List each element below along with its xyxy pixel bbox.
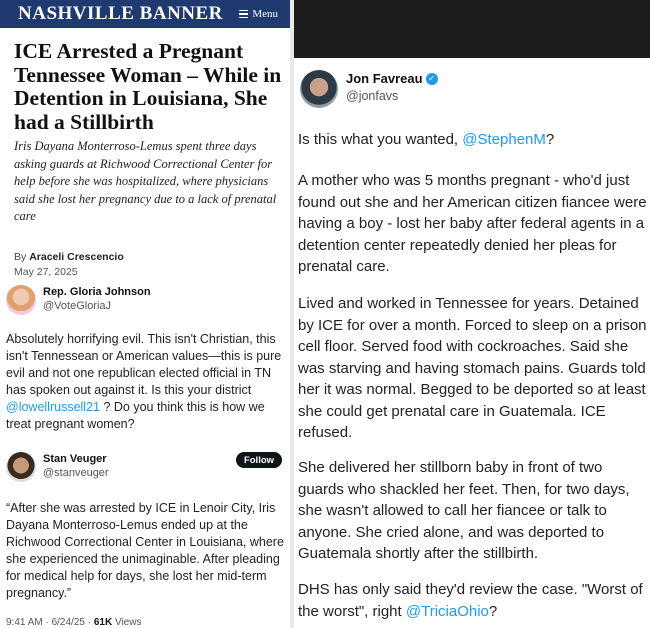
- mention-link[interactable]: @StephenM: [462, 131, 546, 148]
- tweet-text-stan-veuger: “After she was arrested by ICE in Lenoir…: [6, 501, 284, 600]
- author-link[interactable]: Araceli Crescencio: [29, 251, 124, 263]
- menu-button[interactable]: Menu: [239, 8, 278, 20]
- views-label: Views: [112, 617, 142, 628]
- article-dek: Iris Dayana Monterroso-Lemus spent three…: [14, 139, 277, 223]
- mention-link[interactable]: @lowellrussell21: [6, 400, 100, 414]
- author-handle[interactable]: @jonfavs: [346, 89, 438, 103]
- site-header: NASHVILLE BANNER Menu: [0, 0, 290, 28]
- tweet-paragraph: A mother who was 5 months pregnant - who…: [298, 172, 647, 275]
- tweet-text-part: ?: [488, 602, 498, 620]
- tweet-text-part: Is this what you wanted,: [298, 131, 463, 148]
- avatar[interactable]: [6, 285, 36, 315]
- article-headline: ICE Arrested a Pregnant Tennessee Woman …: [14, 39, 282, 134]
- author-name[interactable]: Rep. Gloria Johnson: [43, 286, 151, 298]
- tweet-text-part: ?: [545, 131, 555, 148]
- author-handle[interactable]: @stanveuger: [43, 467, 109, 479]
- tweet-meta: 9:41 AM · 6/24/25 · 61K Views: [6, 617, 141, 628]
- author-name[interactable]: Jon Favreau: [346, 71, 423, 86]
- tweet-text-part: Absolutely horrifying evil. This isn't C…: [6, 332, 282, 397]
- site-logo[interactable]: NASHVILLE BANNER: [18, 3, 223, 25]
- mention-link[interactable]: @TriciaOhio: [406, 603, 489, 620]
- tweet-header-gloria-johnson: Rep. Gloria Johnson @VoteGloriaJ: [6, 285, 151, 315]
- byline-prefix: By: [14, 251, 27, 263]
- author-name-row: Jon Favreau ✓: [346, 71, 438, 86]
- publish-date: May 27, 2025: [14, 266, 78, 278]
- avatar[interactable]: [6, 452, 36, 482]
- article-panel: NASHVILLE BANNER Menu ICE Arrested a Pre…: [0, 0, 290, 628]
- menu-label: Menu: [252, 8, 278, 20]
- tweet-paragraph: Lived and worked in Tennessee for years.…: [298, 295, 647, 441]
- tweet-paragraph: She delivered her stillborn baby in fron…: [298, 459, 630, 562]
- author-handle[interactable]: @VoteGloriaJ: [43, 300, 151, 312]
- hamburger-icon: [239, 9, 249, 19]
- avatar[interactable]: [300, 70, 338, 108]
- dark-top-bar: [294, 0, 650, 58]
- tweet-timestamp[interactable]: 9:41 AM · 6/24/25 ·: [6, 617, 94, 628]
- tweet-header-stan-veuger: Stan Veuger @stanveuger: [6, 452, 109, 482]
- tweet-header-jon-favreau: Jon Favreau ✓ @jonfavs: [300, 70, 438, 108]
- tweet-panel: Jon Favreau ✓ @jonfavs Is this what you …: [294, 0, 650, 628]
- byline: By Araceli Crescencio: [14, 251, 124, 263]
- author-name[interactable]: Stan Veuger: [43, 453, 109, 465]
- follow-button[interactable]: Follow: [236, 452, 282, 468]
- tweet-paragraph: Is this what you wanted, @StephenM?: [298, 129, 648, 151]
- views-count: 61K: [93, 617, 113, 628]
- verified-badge-icon: ✓: [425, 72, 438, 85]
- tweet-paragraph: DHS has only said they'd review the case…: [298, 579, 648, 622]
- tweet-text-gloria-johnson: Absolutely horrifying evil. This isn't C…: [6, 331, 288, 433]
